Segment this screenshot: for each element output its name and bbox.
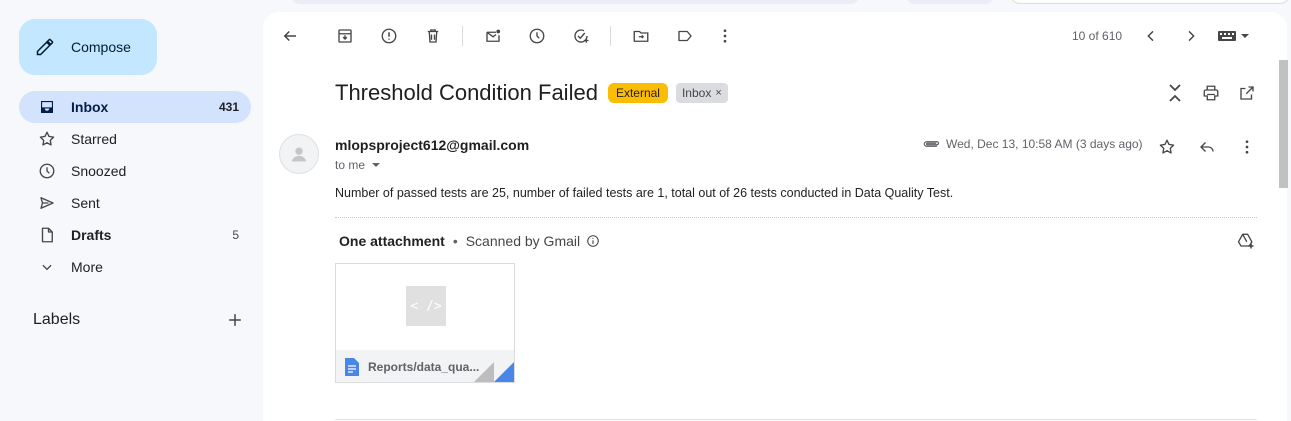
add-to-drive-icon[interactable] — [1236, 231, 1256, 251]
sidebar-item-starred[interactable]: Starred — [19, 123, 251, 155]
document-icon — [345, 358, 359, 376]
paperclip-icon — [923, 141, 940, 147]
snooze-icon[interactable] — [527, 26, 547, 46]
report-spam-icon[interactable] — [379, 26, 399, 46]
unread-count: 431 — [218, 100, 239, 114]
collapse-all-icon[interactable] — [1165, 83, 1185, 103]
info-icon[interactable] — [586, 234, 600, 248]
message-date: Wed, Dec 13, 10:58 AM (3 days ago) — [946, 137, 1143, 151]
file-type-corner — [494, 362, 514, 382]
caret-down-icon[interactable] — [371, 160, 381, 170]
sidebar-item-more[interactable]: More — [19, 251, 251, 283]
sidebar-item-label: More — [71, 259, 103, 275]
sidebar-nav: Inbox 431 Starred Snoozed Sent Drafts 5 … — [19, 91, 251, 283]
back-arrow-icon[interactable] — [280, 26, 300, 46]
reply-icon[interactable] — [1197, 137, 1217, 157]
sidebar-item-inbox[interactable]: Inbox 431 — [19, 91, 251, 123]
archive-icon[interactable] — [335, 26, 355, 46]
label-icon[interactable] — [675, 26, 695, 46]
sidebar-item-drafts[interactable]: Drafts 5 — [19, 219, 251, 251]
sidebar-item-label: Snoozed — [71, 163, 127, 179]
to-me-label: to me — [335, 158, 366, 172]
move-to-icon[interactable] — [631, 26, 651, 46]
page-fold — [474, 362, 494, 382]
sidebar-item-label: Starred — [71, 131, 117, 147]
message-toolbar: 10 of 610 — [263, 20, 1287, 52]
pencil-icon — [36, 38, 54, 56]
attachment-filename: Reports/data_qua... — [368, 360, 480, 374]
labels-header: Labels — [33, 310, 245, 330]
message-body: Number of passed tests are 25, number of… — [335, 186, 954, 200]
code-file-thumbnail: < /> — [406, 286, 446, 326]
attachment-card[interactable]: < /> Reports/data_qua... — [335, 263, 515, 383]
attachments-header: One attachment • Scanned by Gmail — [339, 233, 600, 249]
clock-icon — [37, 161, 57, 181]
add-to-tasks-icon[interactable] — [571, 26, 591, 46]
draft-file-icon — [37, 225, 57, 245]
external-badge: External — [607, 83, 668, 103]
plus-icon[interactable] — [225, 310, 245, 330]
older-icon[interactable] — [1181, 26, 1201, 46]
message-view: 10 of 610 Threshold Condition Failed Ext… — [263, 12, 1287, 421]
inbox-label-chip[interactable]: Inbox × — [675, 83, 728, 103]
chevron-down-icon — [37, 257, 57, 277]
pagination-count: 10 of 610 — [1072, 29, 1123, 43]
labels-heading: Labels — [33, 311, 81, 328]
sidebar-item-sent[interactable]: Sent — [19, 187, 251, 219]
toolbar-divider — [462, 26, 463, 46]
recipient-summary: to me — [335, 158, 381, 172]
scanned-label: Scanned by Gmail — [465, 233, 581, 249]
body-divider — [335, 217, 1257, 218]
delete-icon[interactable] — [423, 26, 443, 46]
more-vert-icon[interactable] — [1237, 137, 1257, 157]
sidebar: Compose Inbox 431 Starred Snoozed Sent D… — [0, 0, 262, 421]
more-vert-icon[interactable] — [715, 26, 735, 46]
compose-label: Compose — [71, 39, 131, 55]
star-icon — [37, 129, 57, 149]
sender-email[interactable]: mlopsproject612@gmail.com — [335, 137, 529, 153]
person-icon — [291, 147, 307, 162]
send-icon — [37, 193, 57, 213]
inbox-label-text: Inbox — [681, 86, 712, 100]
subject-row: Threshold Condition Failed External Inbo… — [335, 80, 728, 106]
sidebar-item-label: Inbox — [71, 99, 109, 115]
open-in-new-window-icon[interactable] — [1237, 83, 1257, 103]
avatar[interactable] — [279, 134, 319, 174]
sidebar-item-snoozed[interactable]: Snoozed — [19, 155, 251, 187]
message-bottom-divider — [335, 419, 1257, 420]
separator: • — [452, 233, 458, 249]
attachment-count: One attachment — [339, 233, 445, 249]
remove-label-icon[interactable]: × — [715, 87, 721, 99]
scrollbar-thumb[interactable] — [1279, 60, 1288, 188]
sidebar-item-label: Drafts — [71, 227, 112, 243]
mark-unread-icon[interactable] — [483, 26, 503, 46]
toolbar-divider — [610, 26, 611, 46]
print-icon[interactable] — [1201, 83, 1221, 103]
email-subject: Threshold Condition Failed — [335, 80, 598, 105]
compose-button[interactable]: Compose — [19, 19, 157, 75]
draft-count: 5 — [232, 228, 239, 242]
message-date-area: Wed, Dec 13, 10:58 AM (3 days ago) — [922, 137, 1143, 151]
newer-icon[interactable] — [1141, 26, 1161, 46]
keyboard-icon[interactable] — [1217, 26, 1251, 46]
sidebar-item-label: Sent — [71, 195, 100, 211]
inbox-icon — [37, 97, 57, 117]
star-icon[interactable] — [1157, 137, 1177, 157]
